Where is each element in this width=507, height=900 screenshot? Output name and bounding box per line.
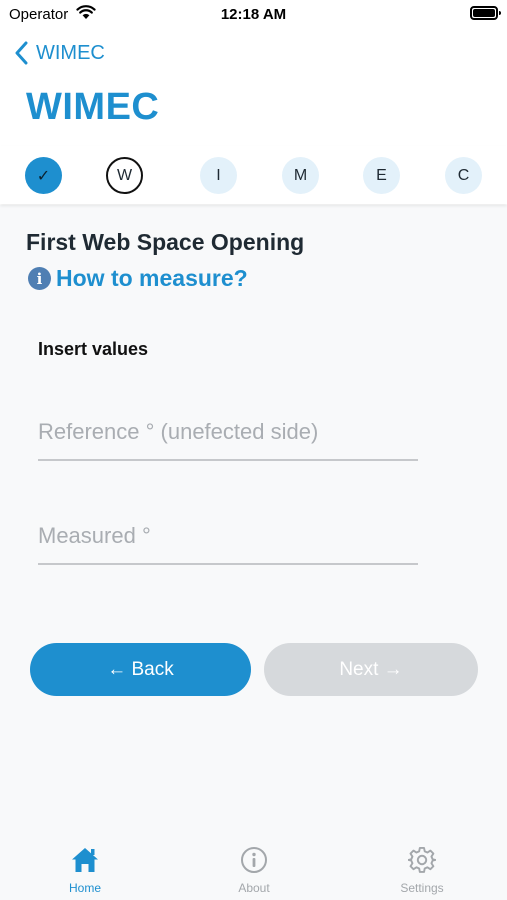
tab-about-label: About [238, 881, 270, 895]
info-circle-icon [241, 847, 267, 873]
tab-home[interactable]: Home [25, 846, 145, 895]
how-to-measure-label: How to measure? [56, 265, 248, 291]
step-done[interactable]: ✓ [25, 157, 62, 194]
chevron-left-icon [15, 41, 28, 65]
insert-values-label: Insert values [38, 339, 149, 359]
tab-settings[interactable]: Settings [362, 846, 482, 895]
measured-input[interactable] [38, 509, 418, 565]
reference-input[interactable] [38, 405, 418, 461]
tab-home-label: Home [68, 881, 101, 895]
step-c[interactable]: C [445, 157, 482, 194]
tab-about[interactable]: About [194, 846, 314, 895]
step-e[interactable]: E [363, 157, 400, 194]
home-icon [72, 848, 98, 872]
next-button[interactable]: Next → [264, 643, 478, 696]
clock: 12:18 AM [220, 6, 287, 23]
how-to-measure-link[interactable]: i How to measure? [28, 265, 248, 292]
step-i[interactable]: I [200, 157, 237, 194]
progress-stepper: ✓ W I M E C [0, 146, 507, 204]
back-nav-button[interactable]: WIMEC [14, 38, 105, 68]
tab-bar: Home About Settings [0, 838, 507, 900]
battery-icon [470, 6, 501, 20]
page-title: WIMEC [26, 86, 160, 128]
section-title: First Web Space Opening [26, 229, 305, 255]
step-m[interactable]: M [282, 157, 319, 194]
status-bar: Operator 12:18 AM [0, 0, 507, 28]
info-icon: i [28, 267, 51, 290]
tab-settings-label: Settings [400, 881, 444, 895]
back-button[interactable]: ← Back [30, 643, 251, 696]
back-nav-label: WIMEC [36, 41, 105, 64]
step-w[interactable]: W [106, 157, 143, 194]
gear-icon [408, 846, 436, 873]
